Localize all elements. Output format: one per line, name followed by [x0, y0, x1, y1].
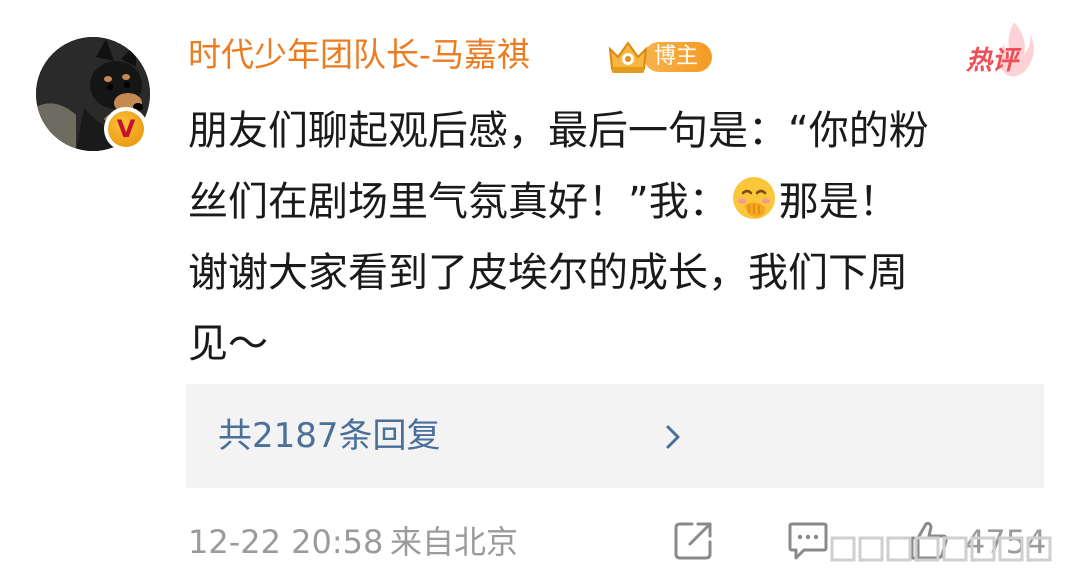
replies-link[interactable]: 共2187条回复 [218, 414, 441, 458]
comment-line: 谢谢大家看到了皮埃尔的成长，我们下周 [188, 250, 908, 296]
chevron-right-icon [666, 425, 680, 449]
verified-badge: V [104, 107, 148, 151]
crown-icon [606, 39, 650, 75]
comment-line: 丝们在剧场里气氛真好！”我： 那是！ [188, 167, 1048, 238]
comment-line: 朋友们聊起观后感，最后一句是：“你的粉 [188, 108, 929, 154]
username[interactable]: 时代少年团队长-马嘉祺 [188, 33, 530, 77]
covering-mouth-smile-emoji-icon [732, 177, 775, 219]
verified-v-icon: V [108, 111, 144, 147]
comment-line-part: 那是！ [778, 179, 899, 225]
rank-label: 博主 [644, 42, 713, 72]
comment-text: 朋友们聊起观后感，最后一句是：“你的粉 丝们在剧场里气氛真好！”我： 那是！ 谢… [188, 96, 1048, 380]
replies-box[interactable]: 共2187条回复 [186, 384, 1044, 488]
comment-icon[interactable] [786, 518, 830, 562]
watermark [830, 534, 1080, 564]
rank-badge[interactable]: 博主 [606, 38, 713, 76]
comment-source: 来自北京 [390, 523, 519, 561]
hot-tag-label: 热评 [966, 46, 1019, 76]
share-icon[interactable] [672, 518, 716, 562]
comment-line: 见～ [188, 321, 268, 367]
comment-line-part: 丝们在剧场里气氛真好！”我： [188, 179, 729, 225]
comment-timestamp: 12-22 20:58 [188, 523, 384, 561]
hot-comment-tag: 热评 [960, 20, 1034, 82]
